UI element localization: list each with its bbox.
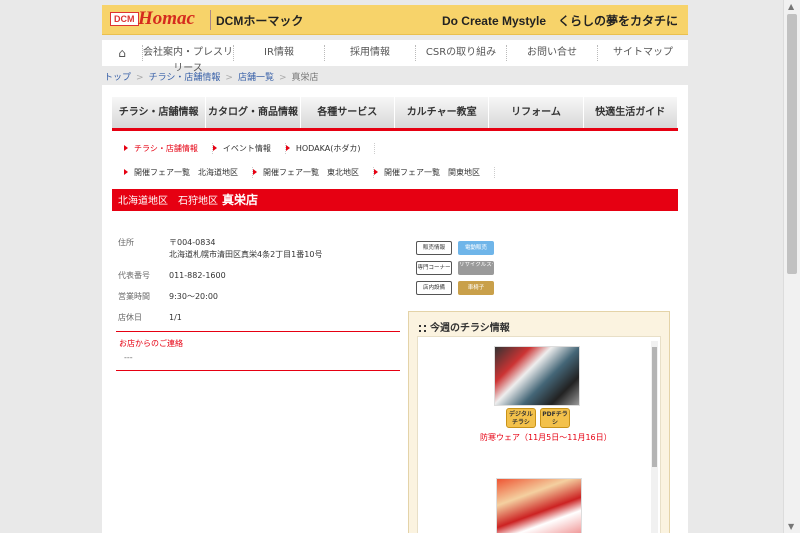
main-nav: チラシ・店舗情報 カタログ・商品情報 各種サービス カルチャー教室 リフォーム … [112,97,678,131]
badge-row: 販売情報 電動販売 [416,241,500,255]
home-icon[interactable]: ⌂ [102,46,142,60]
grid-icon [419,325,426,332]
sub-nav-primary: チラシ・店舗情報 イベント情報 HODAKA(ホダカ) [124,143,376,154]
flyer-title-text: 今週のチラシ情報 [430,323,510,334]
store-notice: お店からのご連絡 --- [116,331,400,371]
page-scroll-thumb[interactable] [787,14,797,274]
breadcrumb: トップ > チラシ・店舗情報 > 店舗一覧 > 真栄店 [104,70,319,83]
subnav-events[interactable]: イベント情報 [212,143,286,154]
badge-special-corner: 専門コーナー [416,261,452,275]
pdf-flyer-button[interactable]: PDFチラシ [540,408,570,428]
flyer-caption[interactable]: 防寒ウェア（11月5日〜11月16日） [480,432,612,443]
breadcrumb-store-list[interactable]: 店舗一覧 [238,73,274,83]
scroll-down-icon[interactable]: ▼ [788,522,794,531]
flyer-thumbnail[interactable] [496,478,582,533]
breadcrumb-separator: > [278,73,287,83]
badge-row: 店内設備 車椅子 [416,281,500,295]
store-region: 北海道地区 石狩地区 [118,196,218,207]
subnav-fair-kanto[interactable]: 開催フェア一覧 関東地区 [374,167,495,178]
holiday-value: 1/1 [169,313,182,322]
scroll-up-icon[interactable]: ▲ [788,2,794,11]
address-text: 北海道札幌市清田区真栄4条2丁目1番10号 [169,250,323,259]
mainnav-catalog[interactable]: カタログ・商品情報 [206,97,301,128]
digital-flyer-button[interactable]: デジタルチラシ [506,408,536,428]
address-value: 〒004-0834 北海道札幌市清田区真栄4条2丁目1番10号 [169,237,322,261]
flyer-thumbnail[interactable] [494,346,580,406]
site-header: DCM Homac DCMホーマック Do Create Mystyle くらし… [102,5,688,35]
subnav-fair-hokkaido[interactable]: 開催フェア一覧 北海道地区 [124,167,253,178]
badge-facilities: 店内設備 [416,281,452,295]
badge-row: 専門コーナー リサイクルステーション [416,261,500,275]
page-scrollbar[interactable]: ▲ ▼ [783,0,800,533]
flyer-list[interactable]: デジタルチラシ PDFチラシ 防寒ウェア（11月5日〜11月16日） [417,336,661,533]
store-title-bar: 北海道地区 石狩地区 真栄店 [112,189,678,211]
breadcrumb-separator: > [136,73,144,83]
dcm-logo-badge[interactable]: DCM [110,12,139,26]
subnav-hodaka[interactable]: HODAKA(ホダカ) [285,143,376,154]
phone-label: 代表番号 [118,271,150,280]
service-badges: 販売情報 電動販売 専門コーナー リサイクルステーション 店内設備 車椅子 [416,241,500,301]
flyer-scroll-thumb[interactable] [652,347,657,467]
breadcrumb-flyer[interactable]: チラシ・店舗情報 [149,73,221,83]
breadcrumb-top[interactable]: トップ [104,73,131,83]
address-label: 住所 [118,238,134,247]
flyer-title: 今週のチラシ情報 [419,319,669,334]
gnav-company[interactable]: 会社案内・プレスリリース [142,45,233,74]
mainnav-reform[interactable]: リフォーム [489,97,584,128]
address-row: 住所 〒004-0834 北海道札幌市清田区真栄4条2丁目1番10号 [118,237,322,261]
gnav-sitemap[interactable]: サイトマップ [597,45,688,61]
breadcrumb-separator: > [225,73,233,83]
holiday-label: 店休日 [118,313,142,322]
hours-row: 営業時間 9:30〜20:00 [118,291,322,303]
gnav-recruit[interactable]: 採用情報 [324,45,415,61]
badge-wheelchair: 車椅子 [458,281,494,295]
holiday-row: 店休日 1/1 [118,312,322,324]
phone-value: 011-882-1600 [169,271,226,280]
badge-recycle: リサイクルステーション [458,261,494,275]
tagline: Do Create Mystyle くらしの夢をカタチに [441,14,678,28]
notice-title: お店からのご連絡 [119,339,183,348]
store-name: 真栄店 [222,193,259,207]
breadcrumb-current: 真栄店 [291,73,319,83]
phone-row: 代表番号 011-882-1600 [118,270,322,282]
sub-nav-fairs: 開催フェア一覧 北海道地区 開催フェア一覧 東北地区 開催フェア一覧 関東地区 [124,167,495,178]
gnav-ir[interactable]: IR情報 [233,45,324,61]
global-nav: ⌂ 会社案内・プレスリリース IR情報 採用情報 CSRの取り組み お問い合せ … [102,40,688,74]
flyer-scrollbar[interactable] [651,341,658,533]
mainnav-culture[interactable]: カルチャー教室 [395,97,490,128]
store-info: 住所 〒004-0834 北海道札幌市清田区真栄4条2丁目1番10号 代表番号 … [118,237,322,333]
badge-electric: 電動販売 [458,241,494,255]
dcm-homac-logo-text[interactable]: DCMホーマック [216,12,303,29]
weekly-flyer-panel: 今週のチラシ情報 デジタルチラシ PDFチラシ 防寒ウェア（11月5日〜11月1… [408,311,670,533]
gnav-contact[interactable]: お問い合せ [506,45,597,61]
homac-logo[interactable]: Homac [138,8,195,30]
content-panel: チラシ・店舗情報 カタログ・商品情報 各種サービス カルチャー教室 リフォーム … [102,85,688,533]
logo-divider [210,10,211,30]
mainnav-living-guide[interactable]: 快適生活ガイド [584,97,678,128]
hours-label: 営業時間 [118,292,150,301]
gnav-csr[interactable]: CSRの取り組み [415,45,506,61]
badge-sales-info: 販売情報 [416,241,452,255]
postal-code: 〒004-0834 [169,238,216,247]
notice-text: --- [124,353,133,362]
subnav-flyer[interactable]: チラシ・店舗情報 [124,143,213,154]
mainnav-services[interactable]: 各種サービス [301,97,395,128]
hours-value: 9:30〜20:00 [169,292,219,301]
notice-divider [116,370,400,371]
mainnav-flyer[interactable]: チラシ・店舗情報 [112,97,207,128]
subnav-fair-tohoku[interactable]: 開催フェア一覧 東北地区 [253,167,374,178]
